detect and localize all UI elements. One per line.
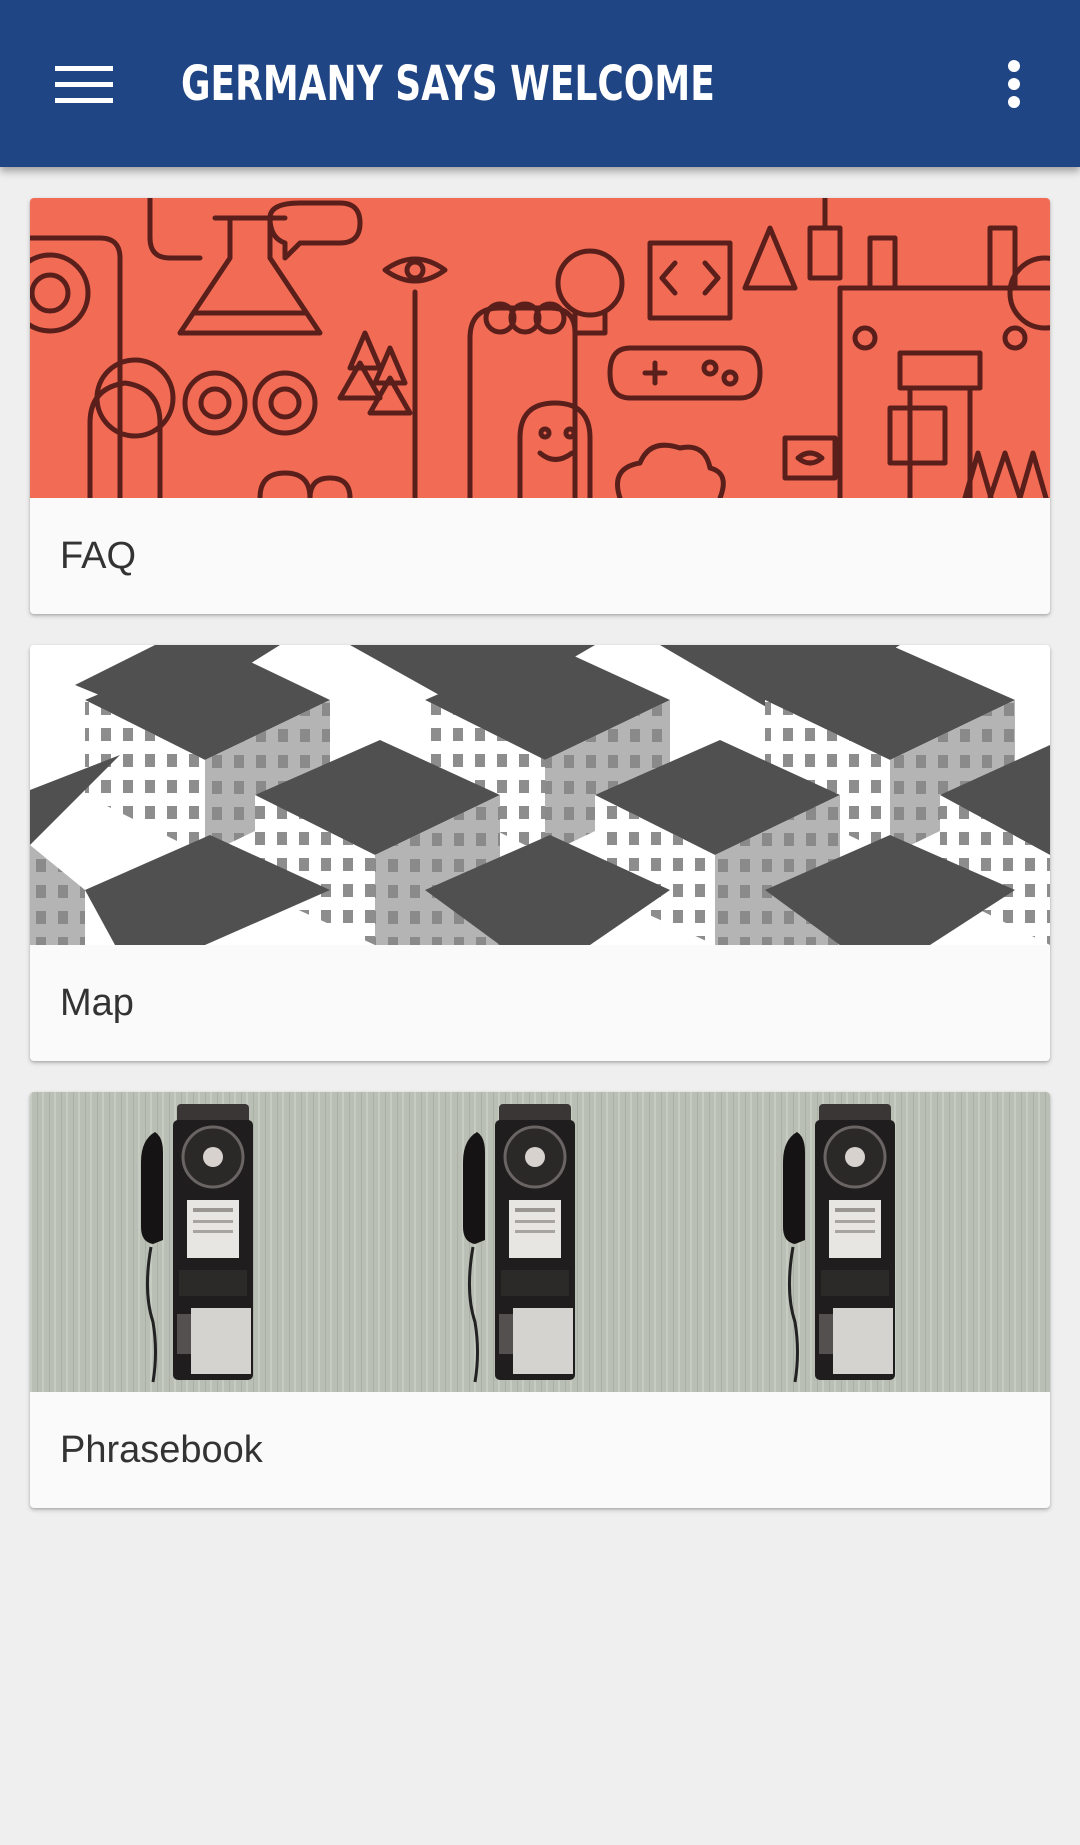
card-faq[interactable]: FAQ bbox=[30, 198, 1050, 614]
map-card-image bbox=[30, 645, 1050, 945]
phrasebook-card-image bbox=[30, 1092, 1050, 1392]
more-vertical-icon bbox=[1008, 60, 1020, 108]
card-label-map: Map bbox=[60, 982, 134, 1024]
app-bar: GERMANY SAYS WELCOME bbox=[0, 0, 1080, 167]
hamburger-menu-icon bbox=[55, 66, 113, 103]
overflow-menu-button[interactable] bbox=[986, 44, 1042, 124]
card-label-phrasebook: Phrasebook bbox=[60, 1429, 263, 1471]
menu-button[interactable] bbox=[40, 44, 128, 124]
app-title: GERMANY SAYS WELCOME bbox=[181, 56, 715, 112]
faq-card-image bbox=[30, 198, 1050, 498]
card-label-faq: FAQ bbox=[60, 535, 137, 577]
card-map[interactable]: Map bbox=[30, 645, 1050, 1061]
card-phrasebook[interactable]: Phrasebook bbox=[30, 1092, 1050, 1508]
